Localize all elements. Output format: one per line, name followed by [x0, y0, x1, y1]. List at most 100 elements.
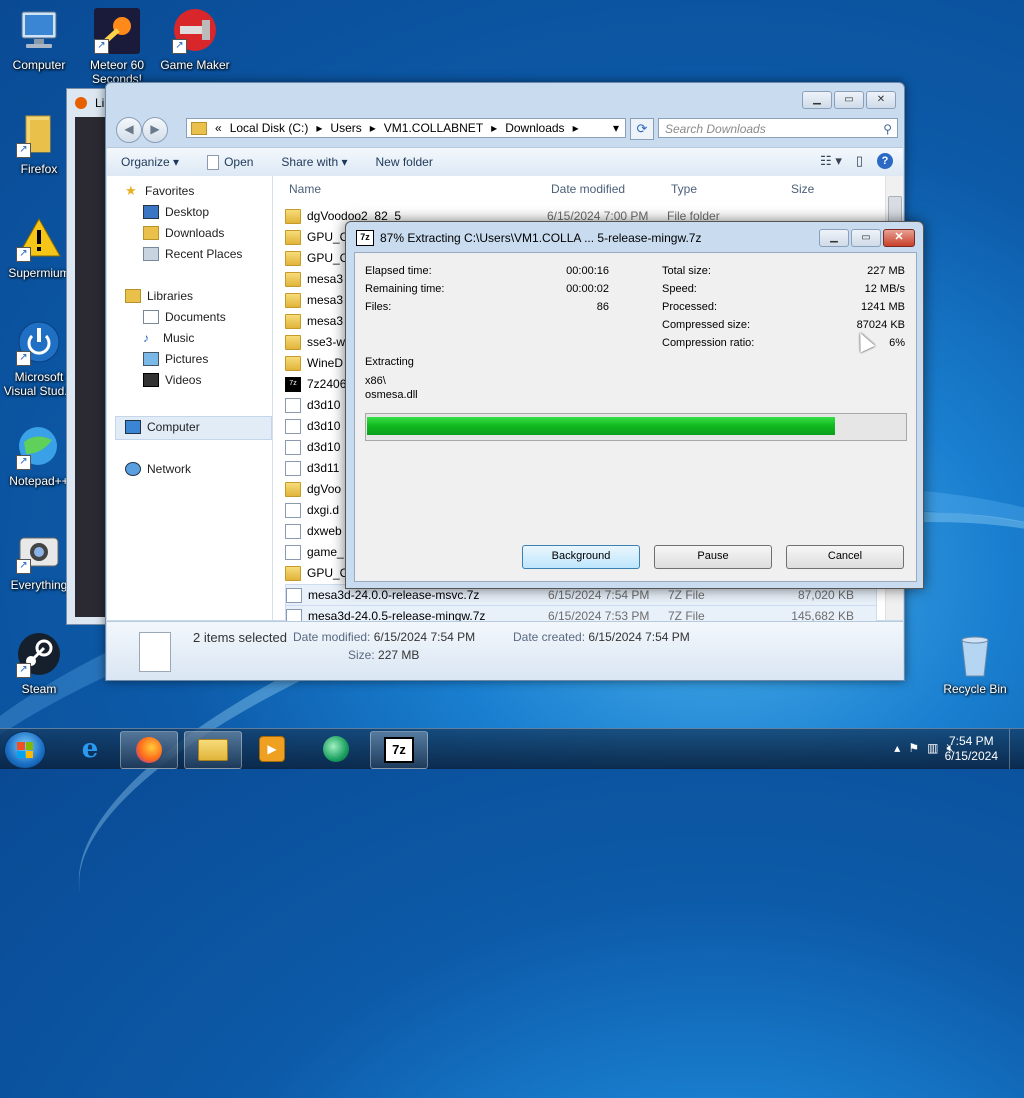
nav-desktop[interactable]: Desktop [143, 205, 209, 219]
firefox-folder-icon: ↗ [16, 112, 62, 158]
folder-icon [285, 292, 301, 308]
chevron-down-icon[interactable]: ▾ [613, 121, 619, 135]
navigation-pane: ★ Favorites Desktop Downloads Recent Plac… [107, 176, 273, 620]
taskbar-ie[interactable]: e [62, 731, 118, 767]
nav-libraries[interactable]: Libraries [125, 289, 193, 303]
nav-videos[interactable]: Videos [143, 373, 201, 387]
show-desktop-button[interactable] [1009, 729, 1024, 769]
steam-icon: ↗ [16, 632, 62, 678]
address-bar[interactable]: « Local Disk (C:) ▸ Users ▸ VM1.COLLABNET ▸… [186, 118, 626, 138]
view-options-icon[interactable]: ☷ ▾ [820, 153, 842, 169]
taskbar-7zip[interactable]: 7z [370, 731, 428, 769]
elapsed-label: Elapsed time: [365, 265, 432, 277]
game-maker-icon: ↗ [172, 8, 218, 54]
detail-label: Size: [348, 648, 375, 662]
nav-network[interactable]: Network [125, 462, 191, 476]
desktop-icon-meteor[interactable]: ↗ Meteor 60 Seconds! [79, 8, 155, 86]
address-row: ◀ ▶ « Local Disk (C:) ▸ Users ▸ VM1.COLLAB… [114, 115, 898, 143]
file-name: d3d10 [307, 419, 341, 433]
clock[interactable]: 7:54 PM 6/15/2024 [945, 734, 998, 764]
search-input[interactable]: Search Downloads ⚲ [658, 118, 898, 138]
chevron-right-icon[interactable]: ▸ [370, 121, 376, 135]
close-button[interactable]: ✕ [866, 91, 896, 109]
breadcrumb-downloads[interactable]: Downloads [505, 121, 564, 135]
file-name: dgVoo [307, 482, 342, 496]
breadcrumb-user[interactable]: VM1.COLLABNET [384, 121, 483, 135]
file-name: GPU_C [307, 566, 349, 580]
desktop-icon-recycle-bin[interactable]: Recycle Bin [937, 632, 1013, 696]
desktop-icon-game-maker[interactable]: ↗ Game Maker [157, 8, 233, 72]
shortcut-arrow-icon: ↗ [16, 559, 31, 574]
firefox-title: Li [95, 96, 105, 110]
nav-music[interactable]: ♪ Music [143, 331, 194, 345]
detail-label: Date created: [513, 630, 586, 644]
column-header-date[interactable]: Date modified [551, 182, 625, 196]
maximize-button[interactable]: ▭ [834, 91, 864, 109]
meteor-icon: ↗ [94, 8, 140, 54]
open-label: Open [224, 155, 254, 169]
processed-value: 1241 MB [860, 301, 905, 313]
search-icon[interactable]: ⚲ [883, 119, 892, 139]
folder-icon [285, 334, 301, 350]
nav-documents[interactable]: Documents [143, 310, 226, 324]
column-header-size[interactable]: Size [791, 182, 814, 196]
shortcut-arrow-icon: ↗ [16, 663, 31, 678]
refresh-button[interactable]: ⟳ [630, 118, 654, 140]
file-name: d3d11 [307, 461, 340, 475]
share-with-button[interactable]: Share with ▾ [267, 155, 361, 169]
extract-progress-dialog[interactable]: 7z 87% Extracting C:\Users\VM1.COLLA ...… [345, 221, 924, 589]
taskbar-media-player[interactable]: ▶ [244, 731, 300, 767]
pause-button[interactable]: Pause [654, 545, 772, 569]
detail-date-modified: Date modified: 6/15/2024 7:54 PM [293, 630, 475, 644]
nav-pictures[interactable]: Pictures [143, 352, 208, 366]
close-button[interactable]: ✕ [883, 229, 915, 247]
new-folder-button[interactable]: New folder [361, 155, 446, 169]
breadcrumb-overflow[interactable]: « [215, 121, 222, 135]
folder-icon [285, 250, 301, 266]
open-button[interactable]: Open [193, 154, 267, 170]
chevron-right-icon[interactable]: ▸ [316, 121, 322, 135]
pictures-icon [143, 352, 159, 366]
desktop-icon-computer[interactable]: Computer [1, 8, 77, 72]
nav-downloads[interactable]: Downloads [143, 226, 224, 240]
current-file: osmesa.dll [365, 389, 418, 401]
breadcrumb-local-disk[interactable]: Local Disk (C:) [230, 121, 309, 135]
cancel-button[interactable]: Cancel [786, 545, 904, 569]
preview-pane-icon[interactable]: ▯ [856, 153, 863, 169]
network-icon[interactable]: ▥ [927, 741, 938, 756]
chevron-right-icon[interactable]: ▸ [573, 121, 579, 135]
nav-label: Pictures [165, 352, 209, 366]
maximize-button[interactable]: ▭ [851, 229, 881, 247]
minimize-button[interactable]: ▁ [819, 229, 849, 247]
breadcrumb-users[interactable]: Users [330, 121, 361, 135]
taskbar-app[interactable] [308, 731, 364, 767]
minimize-button[interactable]: ▁ [802, 91, 832, 109]
nav-favorites[interactable]: ★ Favorites [125, 184, 194, 198]
action-center-flag-icon[interactable]: ⚑ [908, 741, 919, 756]
desktop-icon-steam[interactable]: ↗ Steam [1, 632, 77, 696]
music-icon: ♪ [143, 331, 149, 345]
warning-icon: ↗ [16, 216, 62, 262]
nav-recent-places[interactable]: Recent Places [143, 247, 242, 261]
column-header-name[interactable]: Name [289, 182, 321, 196]
organize-button[interactable]: Organize ▾ [107, 155, 193, 169]
taskbar-firefox[interactable] [120, 731, 178, 769]
taskbar-explorer[interactable] [184, 731, 242, 769]
windows-logo-icon [17, 742, 33, 758]
shortcut-arrow-icon: ↗ [16, 247, 31, 262]
start-button[interactable] [4, 731, 46, 769]
column-header-type[interactable]: Type [671, 182, 697, 196]
current-path: x86\ [365, 375, 386, 387]
detail-value: 6/15/2024 7:54 PM [373, 630, 476, 644]
back-button[interactable]: ◀ [116, 117, 142, 143]
help-icon[interactable]: ? [877, 153, 893, 169]
file-date: 6/15/2024 7:54 PM [548, 588, 650, 602]
search-placeholder: Search Downloads [665, 122, 766, 136]
nav-computer[interactable]: Computer [125, 420, 200, 434]
chevron-right-icon[interactable]: ▸ [491, 121, 497, 135]
forward-button[interactable]: ▶ [142, 117, 168, 143]
show-hidden-icons-icon[interactable]: ▴ [894, 741, 900, 756]
progress-bar-fill [367, 417, 835, 435]
background-button[interactable]: Background [522, 545, 640, 569]
7zip-icon: 7z [384, 737, 414, 763]
